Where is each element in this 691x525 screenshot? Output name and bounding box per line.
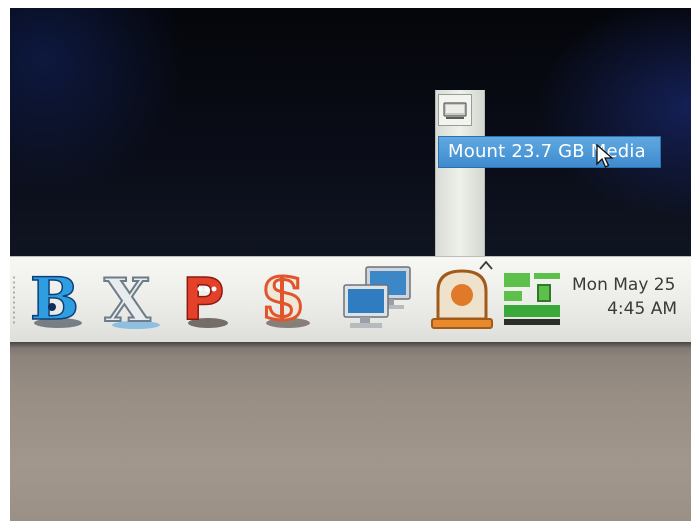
monitor-bezel	[10, 342, 691, 521]
photo-frame: Mount 23.7 GB Media B X P Mon May 25 4:4…	[10, 8, 691, 521]
desktop-background	[10, 8, 691, 256]
monitor-bezel-edge	[10, 342, 691, 348]
network-computers-icon[interactable]	[340, 263, 420, 333]
clock-date: Mon May 25	[572, 275, 676, 295]
svg-text:P: P	[182, 265, 225, 333]
svg-text:X: X	[104, 266, 151, 333]
svg-text:B: B	[30, 265, 79, 333]
clock-applet[interactable]: Mon May 25 4:45 AM	[568, 273, 691, 321]
bottom-panel: B X P S	[10, 256, 691, 342]
mount-media-menu-item[interactable]: Mount 23.7 GB Media	[438, 136, 661, 168]
x-app-icon[interactable]: X	[98, 263, 168, 333]
blogger-app-icon[interactable]: B	[22, 263, 92, 333]
p-chat-app-icon[interactable]: P	[176, 263, 246, 333]
drive-icon[interactable]	[438, 94, 472, 126]
s-app-icon[interactable]: S	[254, 263, 324, 333]
mount-media-label: Mount 23.7 GB Media	[448, 141, 646, 162]
panel-drag-handle[interactable]	[12, 275, 16, 325]
mouse-cursor-icon	[596, 144, 614, 168]
workspace-switcher-icon[interactable]	[498, 263, 568, 333]
removable-media-icon[interactable]	[428, 263, 498, 333]
clock-time: 4:45 AM	[607, 299, 677, 319]
